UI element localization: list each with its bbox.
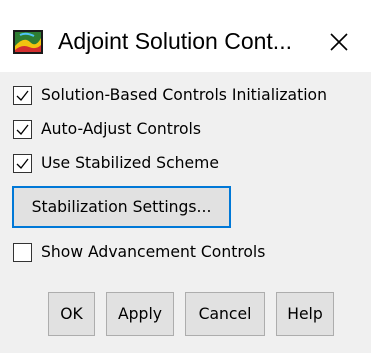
apply-button[interactable]: Apply bbox=[106, 292, 174, 336]
cancel-button[interactable]: Cancel bbox=[185, 292, 265, 336]
auto-adjust-controls-checkbox[interactable] bbox=[13, 119, 32, 139]
stabilization-settings-button[interactable]: Stabilization Settings... bbox=[12, 186, 231, 228]
ok-button[interactable]: OK bbox=[48, 292, 95, 336]
show-advancement-controls-label: Show Advancement Controls bbox=[41, 243, 266, 261]
use-stabilized-scheme-checkbox-row[interactable]: Use Stabilized Scheme bbox=[13, 150, 219, 176]
help-button[interactable]: Help bbox=[276, 292, 334, 336]
auto-adjust-controls-checkbox-row[interactable]: Auto-Adjust Controls bbox=[13, 116, 201, 142]
title-bar[interactable]: Adjoint Solution Cont... bbox=[0, 0, 371, 82]
use-stabilized-scheme-checkbox[interactable] bbox=[13, 153, 32, 173]
auto-adjust-controls-label: Auto-Adjust Controls bbox=[41, 120, 201, 138]
solution-based-controls-checkbox-row[interactable]: Solution-Based Controls Initialization bbox=[13, 82, 327, 108]
use-stabilized-scheme-label: Use Stabilized Scheme bbox=[41, 154, 219, 172]
close-icon[interactable] bbox=[326, 29, 352, 55]
app-icon bbox=[12, 26, 44, 58]
window-title: Adjoint Solution Cont... bbox=[58, 28, 292, 54]
solution-based-controls-checkbox[interactable] bbox=[13, 85, 32, 105]
show-advancement-controls-checkbox[interactable] bbox=[13, 242, 32, 262]
solution-based-controls-label: Solution-Based Controls Initialization bbox=[41, 86, 327, 104]
show-advancement-controls-checkbox-row[interactable]: Show Advancement Controls bbox=[13, 239, 265, 265]
